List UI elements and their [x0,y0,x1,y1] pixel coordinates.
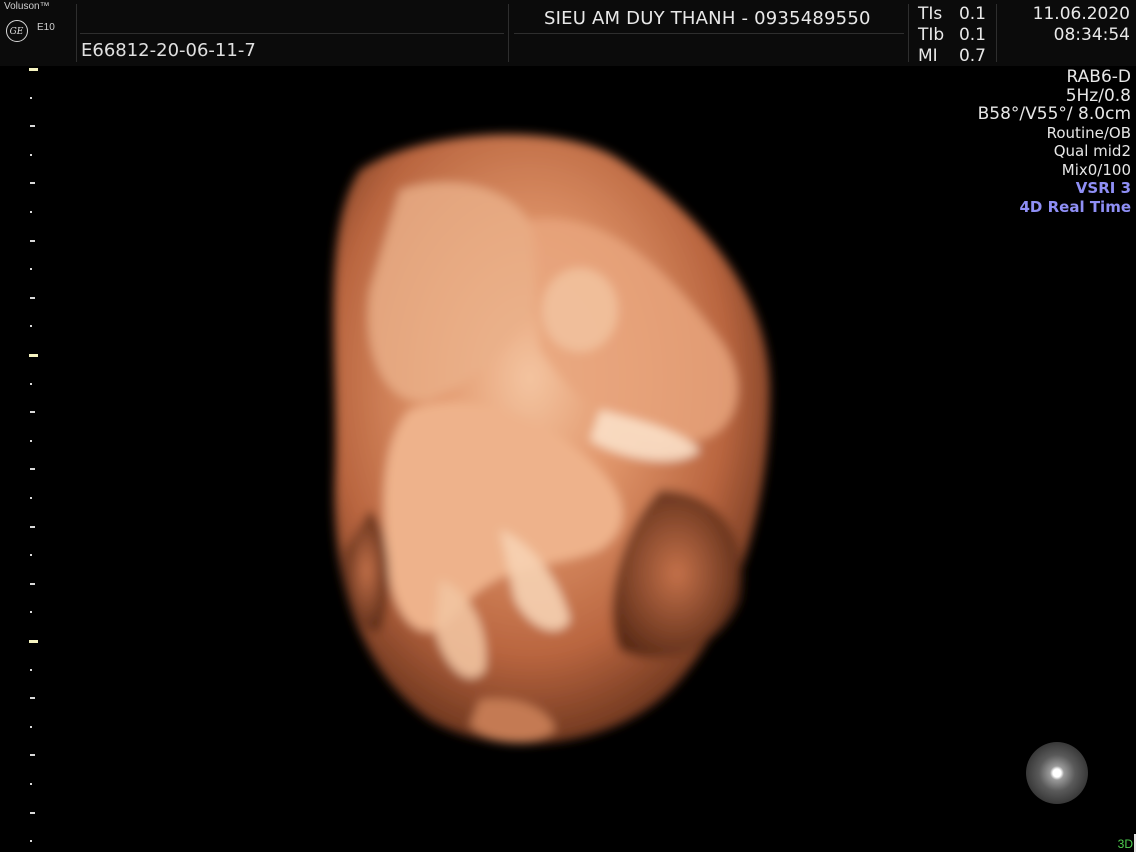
depth-tick [30,411,35,414]
depth-tick [29,354,38,357]
divider [80,33,504,34]
time: 08:34:54 [1053,25,1130,45]
safety-row-mi: MI 0.7 [918,46,986,66]
mode-3d-label: 3D [1117,837,1133,851]
depth-tick [30,439,32,442]
depth-tick [30,468,35,471]
divider [508,4,509,62]
depth-tick [30,182,35,185]
vsri: VSRI 3 [1075,179,1131,197]
depth-tick [30,525,35,528]
depth-tick [30,783,32,785]
header-bar: Voluson™ GE E10 E66812-20-06-11-7 SIEU A… [0,0,1136,66]
svg-text:GE: GE [10,27,24,37]
divider [996,4,997,62]
depth-tick [30,125,35,128]
depth-tick [30,268,32,271]
divider [76,4,77,62]
model-label: E10 [37,22,55,33]
safety-indices: TIs 0.1 TIb 0.1 MI 0.7 [918,4,986,67]
divider [908,4,909,62]
date-time: 11.06.2020 08:34:54 [1033,4,1130,46]
date: 11.06.2020 [1032,4,1130,24]
clinic-name: SIEU AM DUY THANH - 0935489550 [544,8,871,29]
safety-row-tis: TIs 0.1 [918,4,986,24]
depth-tick [30,811,35,814]
probe: RAB6-D [1066,67,1131,87]
depth-tick [30,697,35,700]
depth-tick [30,554,32,557]
acquisition-params: RAB6-D 5Hz/0.8 B58°/V55°/ 8.0cm Routine/… [978,68,1131,216]
depth-scale [0,66,50,852]
ge-logo-icon: GE [6,20,28,42]
depth-tick [30,325,32,328]
angles: B58°/V55°/ 8.0cm [977,104,1131,124]
divider [514,33,904,34]
render-mode: 4D Real Time [1019,197,1132,216]
safety-row-tib: TIb 0.1 [918,25,986,45]
depth-tick [30,754,35,757]
depth-tick [30,611,32,614]
preset: Routine/OB [1046,123,1131,142]
depth-tick [30,239,35,242]
depth-tick [30,582,35,585]
brand-label: Voluson™ [4,1,50,12]
depth-tick [30,668,32,671]
depth-tick [30,153,32,156]
depth-tick [30,296,35,299]
depth-tick [29,640,38,643]
depth-tick [30,96,32,99]
depth-tick [30,840,32,843]
depth-tick [29,68,38,71]
fetal-3d-render [333,134,770,744]
depth-tick [30,211,32,213]
depth-tick [30,382,32,385]
orientation-ball-icon[interactable] [1026,742,1088,804]
mix: Mix0/100 [1061,160,1131,179]
depth-tick [30,725,32,728]
patient-id: E66812-20-06-11-7 [81,40,256,61]
quality: Qual mid2 [1053,142,1131,160]
frequency: 5Hz/0.8 [1065,85,1131,106]
depth-tick [30,497,32,499]
